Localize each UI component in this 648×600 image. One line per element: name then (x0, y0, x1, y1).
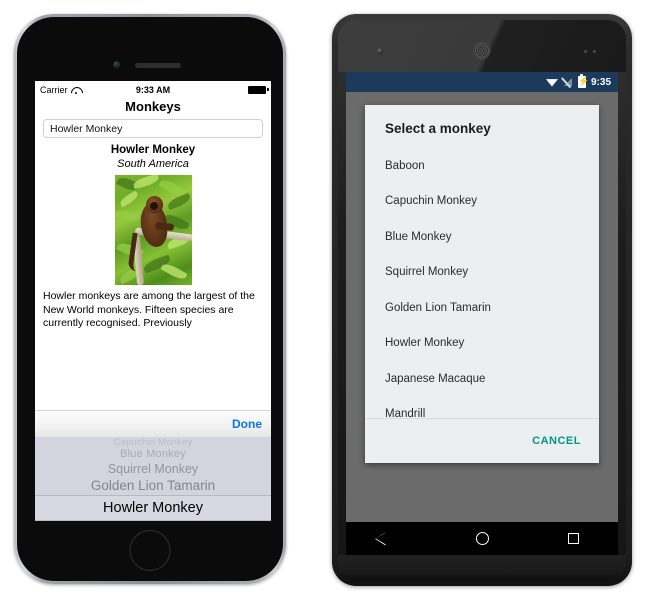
recents-square-icon[interactable] (567, 533, 579, 544)
list-item[interactable]: Mandrill (365, 397, 599, 418)
monkey-photo-wrapper (35, 175, 271, 285)
cancel-button[interactable]: CANCEL (532, 435, 581, 447)
android-navigation-bar (346, 522, 618, 555)
monkey-name: Howler Monkey (110, 144, 196, 156)
iphone-device: Carrier 9:33 AM Monkeys Howler Monkey Ho… (14, 14, 286, 584)
earpiece-speaker-icon (135, 63, 181, 68)
picker-option[interactable]: Squirrel Monkey (35, 461, 271, 477)
list-item[interactable]: Golden Lion Tamarin (365, 290, 599, 326)
list-item[interactable]: Capuchin Monkey (365, 184, 599, 220)
list-item[interactable]: Japanese Macaque (365, 361, 599, 397)
done-button[interactable]: Done (232, 417, 262, 431)
front-camera-icon (377, 48, 383, 54)
select-monkey-dialog: Select a monkey Baboon Capuchin Monkey B… (365, 105, 599, 463)
monkey-search-input[interactable]: Howler Monkey (43, 119, 263, 138)
battery-full-icon (248, 85, 269, 94)
battery-charging-icon (577, 74, 586, 88)
monkey-search-input-value: Howler Monkey (50, 122, 123, 135)
wifi-icon (545, 79, 558, 87)
iphone-body: Carrier 9:33 AM Monkeys Howler Monkey Ho… (17, 17, 283, 581)
picker-option[interactable]: Blue Monkey (35, 448, 271, 461)
android-status-bar: 9:35 (346, 72, 618, 92)
dialog-title: Select a monkey (385, 121, 491, 136)
picker-option[interactable]: Capuchin Monkey (35, 437, 271, 448)
monkey-face (149, 202, 158, 210)
android-screen: 9:35 Select a monkey Baboon Capuchin Mon… (346, 72, 618, 522)
picker-toolbar: Done (35, 410, 271, 437)
ios-clock: 9:33 AM (135, 84, 171, 95)
ios-content-area: Howler Monkey Howler Monkey South Americ… (35, 119, 271, 521)
monkey-picker-wheel[interactable]: Capuchin Monkey Blue Monkey Squirrel Mon… (35, 437, 271, 521)
monkey-description: Howler monkeys are among the largest of … (43, 290, 255, 329)
list-item[interactable]: Blue Monkey (365, 219, 599, 255)
list-item[interactable]: Baboon (365, 148, 599, 184)
home-circle-icon[interactable] (475, 532, 489, 545)
dialog-actions: CANCEL (365, 419, 599, 463)
ios-status-bar: Carrier 9:33 AM (35, 81, 271, 98)
earpiece-speaker-icon (473, 42, 491, 59)
picker-option[interactable]: Golden Lion Tamarin (35, 477, 271, 495)
back-triangle-icon[interactable] (386, 532, 397, 546)
home-button[interactable] (129, 530, 171, 571)
android-device: 9:35 Select a monkey Baboon Capuchin Mon… (332, 14, 632, 586)
android-chin (338, 555, 626, 580)
proximity-sensor-icon (584, 50, 596, 53)
list-item[interactable]: Howler Monkey (365, 326, 599, 362)
list-item[interactable]: Squirrel Monkey (365, 255, 599, 291)
page-title: Monkeys (35, 98, 271, 119)
monkey-region: South America (117, 158, 189, 170)
iphone-screen: Carrier 9:33 AM Monkeys Howler Monkey Ho… (35, 81, 271, 521)
android-body: 9:35 Select a monkey Baboon Capuchin Mon… (338, 20, 626, 580)
howler-monkey-photo (114, 175, 192, 285)
picker-option-selected[interactable]: Howler Monkey (35, 495, 271, 521)
android-clock: 9:35 (590, 76, 611, 88)
monkey-list[interactable]: Baboon Capuchin Monkey Blue Monkey Squir… (365, 148, 599, 418)
signal-off-icon (563, 77, 573, 87)
front-camera-icon (113, 61, 120, 68)
